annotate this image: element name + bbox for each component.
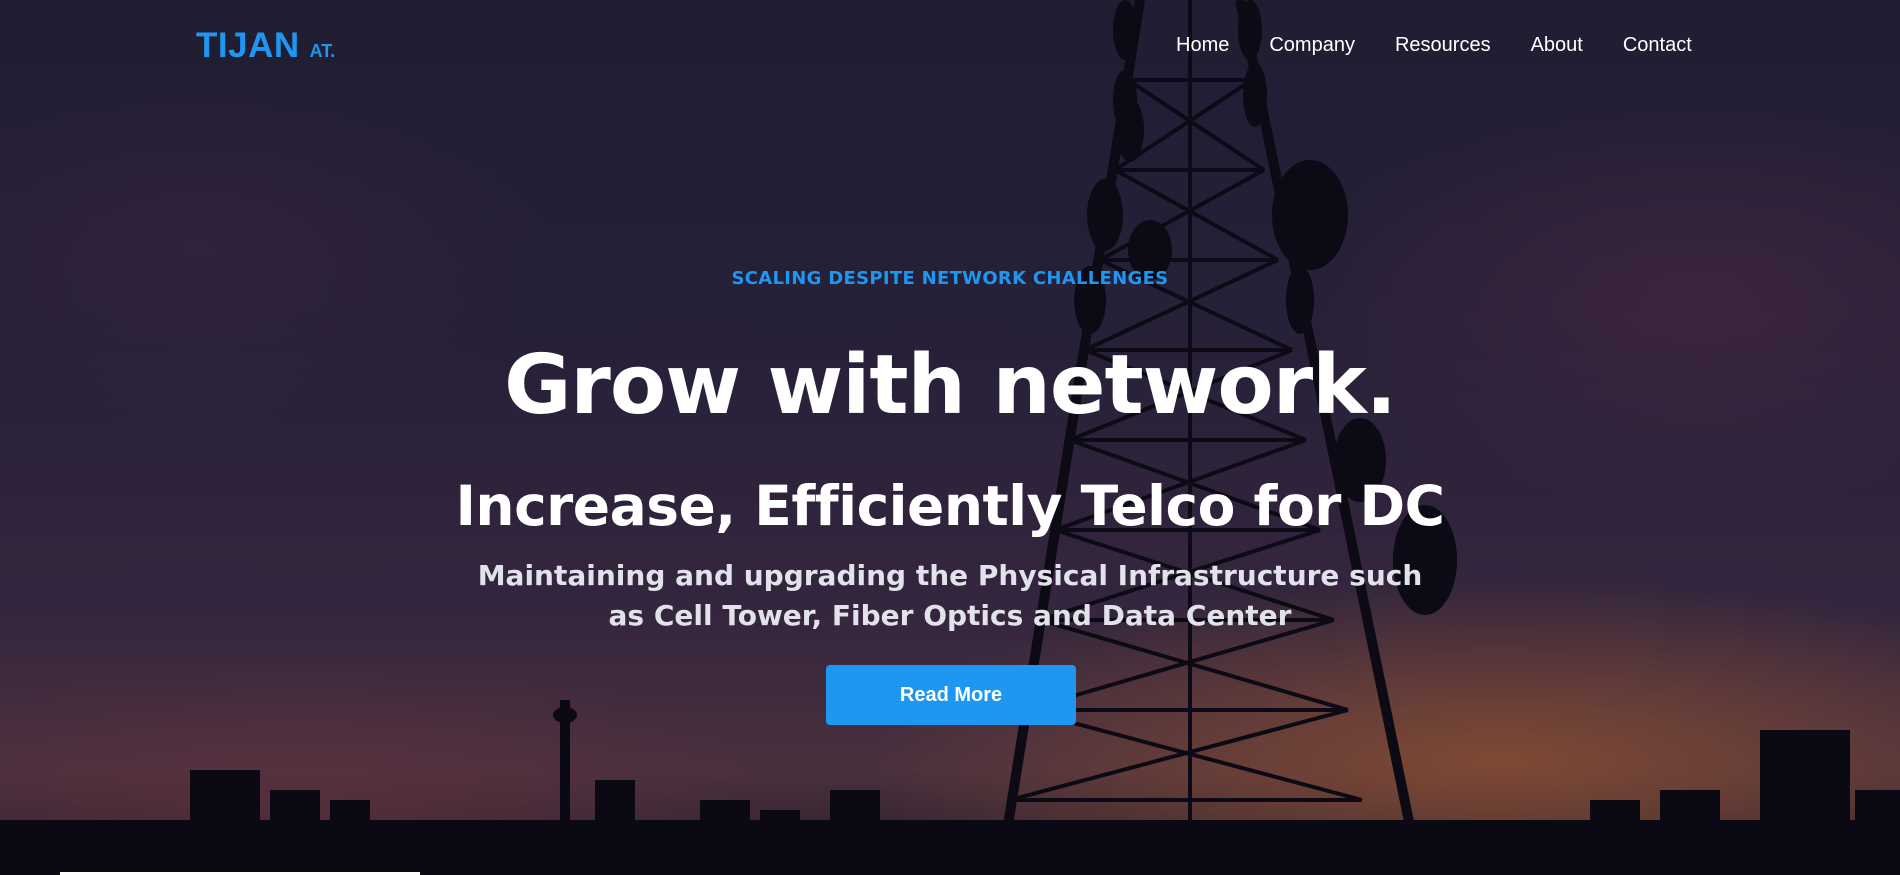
hero-dark-overlay xyxy=(0,0,1900,875)
hero-description: Maintaining and upgrading the Physical I… xyxy=(477,559,1423,632)
brand-name: TIJAN xyxy=(196,26,300,65)
nav-link-resources[interactable]: Resources xyxy=(1395,34,1491,57)
read-more-button[interactable]: Read More xyxy=(826,665,1076,725)
hero-background-image xyxy=(0,0,1900,875)
hero-subheadline: Increase, Efficiently Telco for DC xyxy=(455,474,1445,538)
hero-tagline: SCALING DESPITE NETWORK CHALLENGES xyxy=(731,268,1169,289)
brand-logo[interactable]: TIJAN AT. xyxy=(196,26,335,66)
nav-link-company[interactable]: Company xyxy=(1269,34,1355,57)
brand-suffix: AT. xyxy=(309,41,336,61)
main-menu: Home Company Resources About Contact xyxy=(1176,34,1692,57)
nav-link-contact[interactable]: Contact xyxy=(1623,34,1692,57)
nav-link-about[interactable]: About xyxy=(1531,34,1583,57)
nav-link-home[interactable]: Home xyxy=(1176,34,1229,57)
hero-headline: Grow with network. xyxy=(504,338,1397,433)
